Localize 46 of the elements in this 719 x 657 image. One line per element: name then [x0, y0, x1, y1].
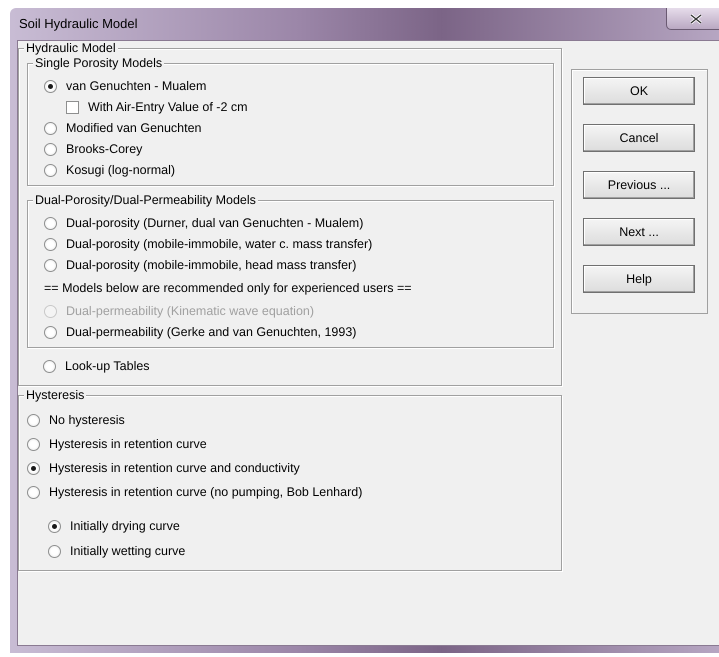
window-title: Soil Hydraulic Model [18, 15, 138, 34]
option-label: Brooks-Corey [66, 141, 142, 158]
group-title: Dual-Porosity/Dual-Permeability Models [33, 193, 258, 208]
close-icon [690, 14, 702, 24]
radio-button[interactable] [48, 545, 61, 558]
group-title: Hysteresis [24, 388, 86, 403]
radio-button[interactable] [44, 259, 57, 272]
option-label: No hysteresis [49, 412, 125, 429]
option-label: Dual-porosity (mobile-immobile, head mass transfer) [66, 257, 356, 274]
option-label: Initially wetting curve [70, 543, 186, 560]
radio-button[interactable] [44, 326, 57, 339]
dialog-button[interactable]: Previous ... [583, 171, 695, 199]
option-label: Hysteresis in retention curve (no pumping, Bob Lenhard) [49, 484, 362, 501]
option-label: Dual-permeability (Kinematic wave equation) [66, 303, 314, 320]
radio-button[interactable] [27, 486, 40, 498]
radio-button[interactable] [44, 122, 57, 135]
option-label: Look-up Tables [65, 358, 150, 376]
option-label: Dual-porosity (Durner, dual van Genuchten - Mualem) [66, 215, 364, 232]
dialog-button[interactable]: Next ... [583, 218, 695, 246]
option-label: Initially drying curve [70, 518, 180, 536]
option-label: van Genuchten - Mualem [66, 78, 206, 96]
radio-button[interactable] [44, 80, 57, 93]
radio-button[interactable] [27, 462, 40, 474]
option-label: Kosugi (log-normal) [66, 162, 176, 180]
option-label: Dual-porosity (mobile-immobile, water c. mass transfer) [66, 236, 372, 254]
radio-button[interactable] [48, 520, 61, 533]
group-title: Single Porosity Models [33, 56, 164, 71]
option-label: Modified van Genuchten [66, 120, 202, 138]
radio-button[interactable] [44, 217, 57, 230]
option-label: Hysteresis in retention curve [49, 436, 207, 453]
close-button[interactable] [666, 8, 719, 30]
radio-button[interactable] [27, 414, 40, 426]
radio-button[interactable] [27, 438, 40, 450]
dialog-button[interactable]: Cancel [583, 124, 695, 152]
radio-button[interactable] [44, 164, 57, 177]
option-label: Hysteresis in retention curve and conductivity [49, 460, 300, 477]
checkbox[interactable] [66, 101, 79, 114]
dialog-button[interactable]: OK [583, 77, 695, 105]
note-text: == Models below are recommended only for experienced users == [44, 280, 412, 298]
dialog-button[interactable]: Help [583, 265, 695, 293]
option-label: With Air-Entry Value of -2 cm [88, 99, 248, 116]
option-label: Dual-permeability (Gerke and van Genuchten, 1993) [66, 324, 356, 342]
radio-button[interactable] [44, 143, 57, 156]
radio-button[interactable] [44, 238, 57, 251]
radio-button[interactable] [43, 360, 56, 373]
group-title: Hydraulic Model [24, 41, 118, 56]
